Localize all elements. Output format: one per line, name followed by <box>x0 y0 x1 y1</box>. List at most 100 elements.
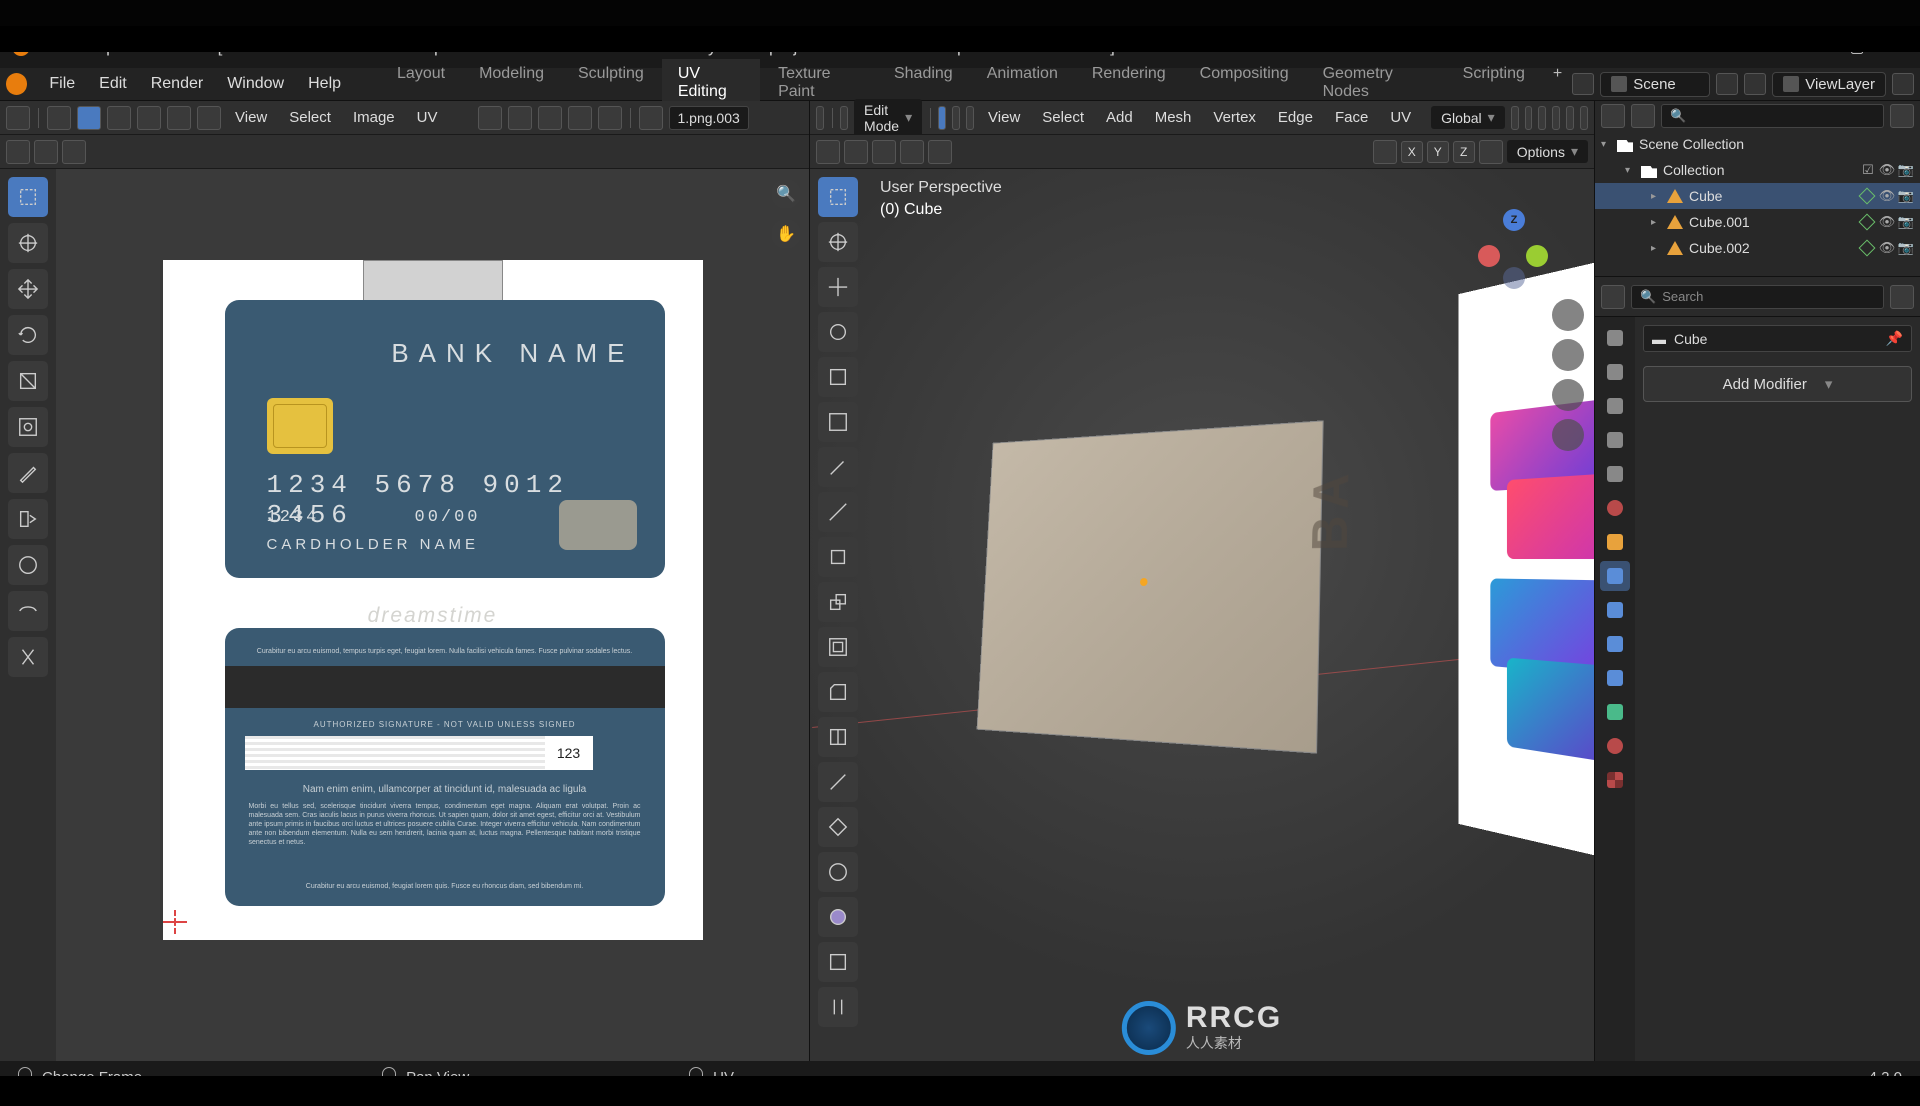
vp-menu-view[interactable]: View <box>980 106 1028 129</box>
vp-tool-cursor[interactable] <box>818 222 858 262</box>
checkbox-icon[interactable]: ☑ <box>1860 162 1876 178</box>
prop-tab-viewlayer[interactable] <box>1600 425 1630 455</box>
outliner-collection[interactable]: ▾ Collection ☑👁📷 <box>1595 157 1920 183</box>
options-dropdown[interactable]: Options▾ <box>1507 140 1588 163</box>
vp-tool-select[interactable] <box>818 177 858 217</box>
eye-icon[interactable]: 👁 <box>1879 188 1895 204</box>
prop-tab-texture[interactable] <box>1600 765 1630 795</box>
eye-icon[interactable]: 👁 <box>1879 214 1895 230</box>
image-name-field[interactable]: 1.png.003 <box>669 106 749 130</box>
sync-selection-toggle[interactable] <box>47 106 71 130</box>
prop-tab-physics[interactable] <box>1600 629 1630 659</box>
vp-tool-smooth[interactable] <box>818 897 858 937</box>
gizmo-x-axis[interactable] <box>1478 245 1500 267</box>
uv-mask-dropdown[interactable] <box>6 140 30 164</box>
mesh-data-icon[interactable] <box>1859 214 1876 231</box>
vp-camera-button[interactable] <box>1552 379 1584 411</box>
mirror-x[interactable]: X <box>1401 141 1423 163</box>
vp-tool-extrude[interactable] <box>818 582 858 622</box>
vp-menu-uv[interactable]: UV <box>1382 106 1419 129</box>
vp-tool-shrink[interactable] <box>818 987 858 1027</box>
properties-breadcrumb[interactable]: ▬ Cube 📌 <box>1643 325 1912 352</box>
proportional-edit-toggle[interactable] <box>568 106 592 130</box>
properties-options[interactable] <box>1890 285 1914 309</box>
vp-tool-scale[interactable] <box>818 357 858 397</box>
vp-tool-transform[interactable] <box>818 402 858 442</box>
vp-tool-rotate[interactable] <box>818 312 858 352</box>
vp-select-dropdown[interactable] <box>816 140 840 164</box>
outliner-item-cube001[interactable]: ▸ Cube.001 👁📷 <box>1595 209 1920 235</box>
vp-pan-button[interactable] <box>1552 339 1584 371</box>
outliner-search[interactable]: 🔍 <box>1661 104 1884 128</box>
editor-type-selector[interactable] <box>6 106 30 130</box>
prop-tab-object[interactable] <box>1600 527 1630 557</box>
mirror-z[interactable]: Z <box>1453 141 1475 163</box>
prop-tab-scene[interactable] <box>1600 459 1630 489</box>
vp-menu-mesh[interactable]: Mesh <box>1147 106 1200 129</box>
uv-display-toggle[interactable] <box>62 140 86 164</box>
uv-overlay-toggle[interactable] <box>34 140 58 164</box>
sticky-selection-dropdown[interactable] <box>197 106 221 130</box>
vp-tool-add-cube[interactable] <box>818 537 858 577</box>
gizmo-y-axis[interactable] <box>1526 245 1548 267</box>
uv-menu-uv[interactable]: UV <box>409 106 446 129</box>
vp-overlay-toggle[interactable] <box>1580 106 1588 130</box>
vp-tool-move[interactable] <box>818 267 858 307</box>
app-icon[interactable] <box>6 73 27 95</box>
mesh-cube[interactable]: BA <box>977 420 1324 753</box>
vp-menu-vertex[interactable]: Vertex <box>1205 106 1264 129</box>
uv-vertex-select-mode[interactable] <box>77 106 101 130</box>
vp-tool-annotate[interactable] <box>818 447 858 487</box>
add-modifier-button[interactable]: Add Modifier ▾ <box>1643 366 1912 402</box>
orientation-selector[interactable]: Global▾ <box>1431 106 1505 129</box>
menu-help[interactable]: Help <box>298 71 351 97</box>
tool-scale[interactable] <box>8 361 48 401</box>
outliner-display-mode[interactable] <box>1631 104 1655 128</box>
eye-icon[interactable]: 👁 <box>1879 240 1895 256</box>
vp-mesh-display-2[interactable] <box>872 140 896 164</box>
tool-relax[interactable] <box>8 591 48 631</box>
tool-rotate[interactable] <box>8 315 48 355</box>
vp-tool-edge-slide[interactable] <box>818 942 858 982</box>
prop-tab-output[interactable] <box>1600 391 1630 421</box>
tool-transform[interactable] <box>8 407 48 447</box>
render-icon[interactable]: 📷 <box>1898 162 1914 178</box>
tool-cursor[interactable] <box>8 223 48 263</box>
mode-selector[interactable]: Edit Mode▾ <box>854 99 922 137</box>
vp-mesh-display-3[interactable] <box>900 140 924 164</box>
pivot-dropdown[interactable] <box>478 106 502 130</box>
eye-icon[interactable]: 👁 <box>1879 162 1895 178</box>
vp-mesh-display-1[interactable] <box>844 140 868 164</box>
outliner-item-cube002[interactable]: ▸ Cube.002 👁📷 <box>1595 235 1920 261</box>
vp-vertex-select[interactable] <box>938 106 946 130</box>
vp-snap-dropdown[interactable] <box>1538 106 1546 130</box>
mesh-data-icon[interactable] <box>1859 240 1876 257</box>
mesh-data-icon[interactable] <box>1859 188 1876 205</box>
uv-canvas[interactable]: BANK NAME 1234 5678 9012 3456 1234 00/00… <box>56 169 809 1061</box>
vp-tool-spin[interactable] <box>818 852 858 892</box>
uv-menu-select[interactable]: Select <box>281 106 339 129</box>
tool-pinch[interactable] <box>8 637 48 677</box>
vp-tool-measure[interactable] <box>818 492 858 532</box>
properties-search[interactable]: 🔍 Search <box>1631 285 1884 309</box>
mirror-y[interactable]: Y <box>1427 141 1449 163</box>
vp-tool-knife[interactable] <box>818 762 858 802</box>
vp-shading-dropdown[interactable] <box>1566 106 1574 130</box>
uv-menu-view[interactable]: View <box>227 106 275 129</box>
nav-gizmo[interactable]: Z <box>1474 209 1554 289</box>
vp-menu-edge[interactable]: Edge <box>1270 106 1321 129</box>
vp-face-select[interactable] <box>966 106 974 130</box>
tool-tweak[interactable] <box>8 177 48 217</box>
properties-editor-type[interactable] <box>1601 285 1625 309</box>
scene-browse-icon[interactable] <box>1572 73 1594 95</box>
render-icon[interactable]: 📷 <box>1898 188 1914 204</box>
render-icon[interactable]: 📷 <box>1898 214 1914 230</box>
scene-field[interactable]: Scene <box>1600 72 1710 97</box>
tool-rip[interactable] <box>8 499 48 539</box>
outliner-scene-collection[interactable]: ▾ Scene Collection <box>1595 131 1920 157</box>
mode-icon[interactable] <box>840 106 848 130</box>
menu-window[interactable]: Window <box>217 71 294 97</box>
vp-pivot-dropdown[interactable] <box>1511 106 1519 130</box>
vp-menu-add[interactable]: Add <box>1098 106 1141 129</box>
viewlayer-field[interactable]: ViewLayer <box>1772 72 1886 97</box>
